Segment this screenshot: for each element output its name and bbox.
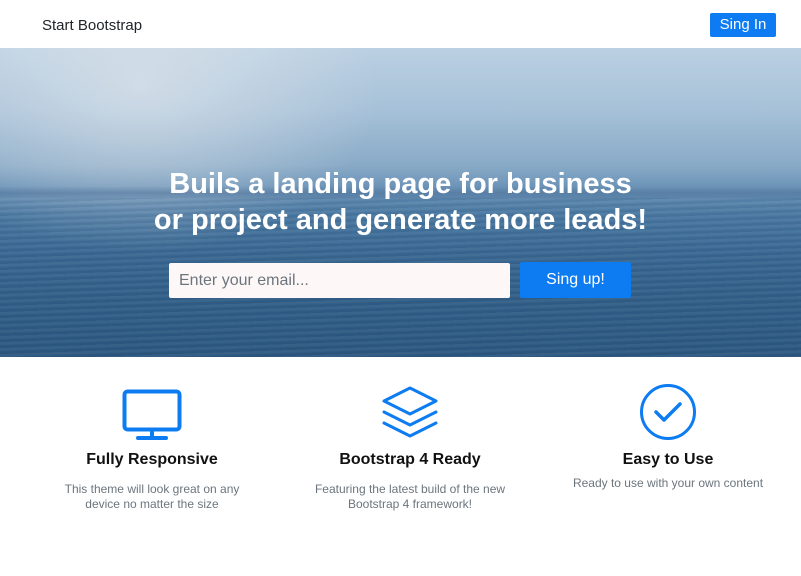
hero-title: Buils a landing page for business or pro… bbox=[0, 166, 801, 238]
feature-title: Easy to Use bbox=[622, 451, 714, 468]
navbar: Start Bootstrap Sing In bbox=[0, 0, 801, 48]
hero-title-line-2: or project and generate more leads! bbox=[153, 204, 648, 236]
feature-card-easy: Easy to Use Ready to use with your own c… bbox=[543, 380, 793, 490]
monitor-icon bbox=[122, 389, 182, 440]
brand-link[interactable]: Start Bootstrap bbox=[42, 17, 142, 35]
feature-card-responsive: Fully Responsive This theme will look gr… bbox=[27, 380, 277, 511]
feature-card-bootstrap: Bootstrap 4 Ready Featuring the latest b… bbox=[285, 380, 535, 511]
sign-up-button[interactable]: Sing up! bbox=[520, 262, 631, 298]
layers-icon bbox=[382, 386, 438, 438]
feature-title: Fully Responsive bbox=[86, 451, 218, 468]
sign-in-button[interactable]: Sing In bbox=[710, 13, 776, 37]
feature-description: Featuring the latest build of the new Bo… bbox=[314, 482, 506, 511]
feature-description: Ready to use with your own content bbox=[572, 476, 764, 490]
feature-title: Bootstrap 4 Ready bbox=[339, 451, 481, 468]
hero-section: Buils a landing page for business or pro… bbox=[0, 48, 801, 357]
email-input[interactable] bbox=[169, 263, 510, 298]
feature-description: This theme will look great on any device… bbox=[64, 482, 240, 511]
hero-title-line-1: Buils a landing page for business bbox=[169, 168, 632, 200]
check-circle-icon bbox=[640, 384, 696, 440]
